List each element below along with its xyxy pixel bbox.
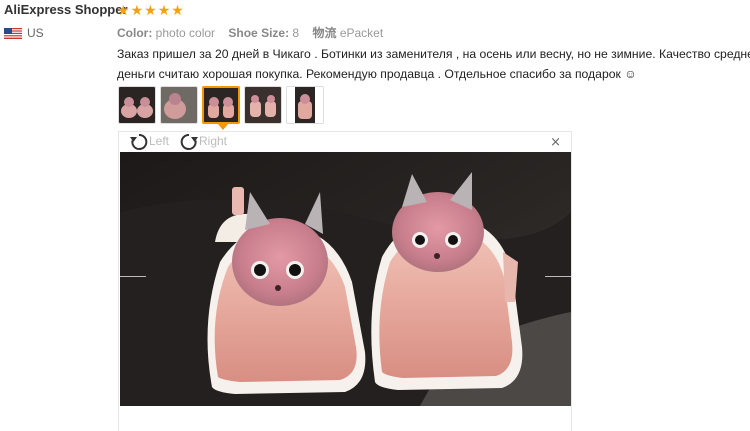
star-icon: ★ [144,3,157,19]
photo-viewer: Left Right × [118,131,572,431]
photo-thumbnail[interactable] [286,86,324,124]
rotate-left-button[interactable]: Left [129,132,169,150]
photo-thumbnail[interactable] [118,86,156,124]
rotate-left-icon [129,132,149,150]
rotate-left-label: Left [149,134,170,148]
photo-thumbnail-active[interactable] [202,86,240,124]
attr-shoe-size: Shoe Size: 8 [228,26,300,40]
rating-stars: ★ ★ ★ ★ ★ [117,4,184,18]
active-thumbnail-indicator [218,124,228,130]
attr-color: Color: photo color [117,26,216,40]
star-icon: ★ [117,3,130,19]
reviewer-name: AliExpress Shopper [4,2,128,17]
attr-shipping: 物流 ePacket [312,26,384,40]
review-text-line: Заказ пришел за 20 дней в Чикаго . Ботин… [117,47,750,61]
order-attributes: Color: photo color Shoe Size: 8 物流 ePack… [117,24,393,41]
reviewer-country: US [4,26,114,40]
close-icon[interactable]: × [550,135,561,150]
viewer-toolbar: Left Right × [119,132,571,152]
country-code: US [27,26,44,40]
star-icon: ★ [130,3,144,19]
star-icon: ★ [157,3,171,19]
review-text-line: деньги считаю хорошая покупка. Рекоменду… [117,67,637,81]
review-text: Заказ пришел за 20 дней в Чикаго . Ботин… [117,44,750,84]
photo-thumbnails [118,86,324,124]
us-flag-icon [4,27,22,39]
star-icon: ★ [171,3,184,19]
next-photo-button[interactable] [545,276,571,277]
photo-thumbnail[interactable] [244,86,282,124]
rotate-right-button[interactable]: Right [179,132,227,150]
rotate-right-label: Right [199,134,228,148]
rotate-right-icon [179,132,199,150]
reviewer-info: AliExpress Shopper US [4,2,128,40]
review-photo [120,152,571,406]
photo-thumbnail[interactable] [160,86,198,124]
prev-photo-button[interactable] [120,276,146,277]
